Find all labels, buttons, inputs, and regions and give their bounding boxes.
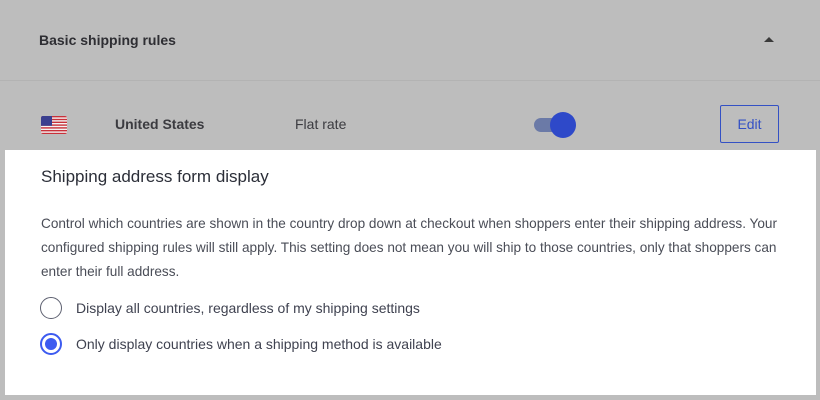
section-title: Basic shipping rules: [39, 32, 176, 48]
divider: [0, 80, 820, 81]
collapse-caret-icon[interactable]: [764, 37, 774, 42]
edit-rule-button[interactable]: Edit: [720, 105, 779, 143]
option-label: Only display countries when a shipping m…: [76, 336, 442, 352]
option-available-countries[interactable]: Only display countries when a shipping m…: [40, 333, 442, 355]
country-name: United States: [115, 116, 205, 132]
form-display-card: Shipping address form display Control wh…: [5, 150, 816, 395]
option-all-countries[interactable]: Display all countries, regardless of my …: [40, 297, 420, 319]
card-description: Control which countries are shown in the…: [41, 216, 778, 279]
card-title: Shipping address form display: [41, 167, 269, 186]
radio-button[interactable]: [40, 297, 62, 319]
enable-rule-toggle[interactable]: [532, 112, 578, 138]
us-flag-icon: [41, 116, 67, 134]
shipping-method: Flat rate: [295, 116, 347, 132]
option-label: Display all countries, regardless of my …: [76, 300, 420, 316]
toggle-knob: [550, 112, 576, 138]
radio-button-selected[interactable]: [40, 333, 62, 355]
